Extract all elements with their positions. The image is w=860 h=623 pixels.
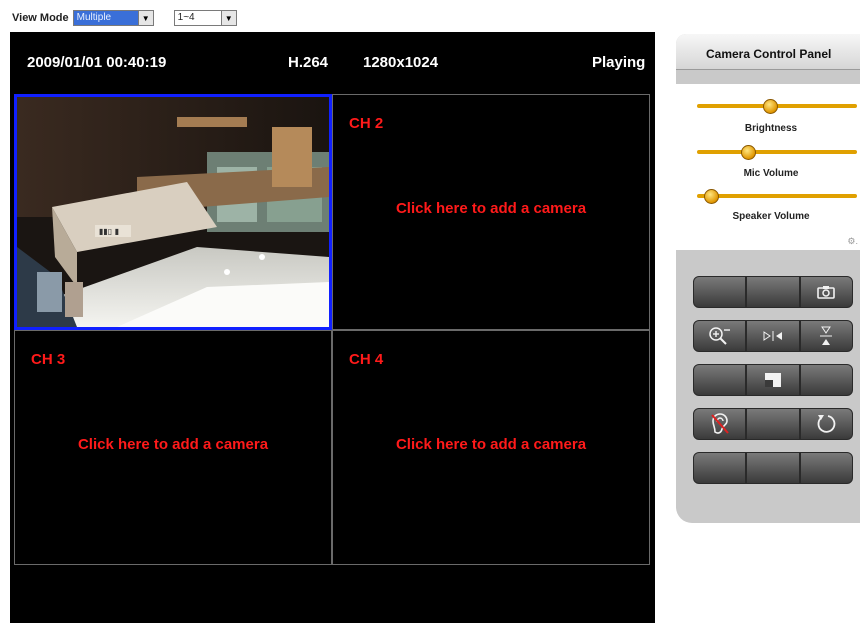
flip-horizontal-icon: [763, 331, 782, 341]
blank-button[interactable]: [746, 452, 800, 484]
blank-button[interactable]: [693, 452, 747, 484]
button-row-2: [693, 320, 853, 352]
flip-horizontal-button[interactable]: [746, 320, 800, 352]
datetime-text: 2009/01/01 00:40:19: [27, 54, 167, 71]
mic-volume-label: Mic Volume: [743, 168, 799, 179]
codec-text: H.264: [288, 54, 329, 71]
resolution-text: 1280x1024: [363, 54, 439, 71]
channel-3-cell[interactable]: CH 3 Click here to add a camera: [14, 330, 332, 565]
flip-vertical-icon: [820, 326, 833, 345]
channel-2-cell[interactable]: CH 2 Click here to add a camera: [332, 94, 650, 330]
slider-track: [697, 150, 857, 154]
button-row-1: [693, 276, 853, 308]
snapshot-icon: [817, 286, 836, 299]
channel-label: CH 2: [349, 115, 384, 132]
button-row-4: [693, 408, 853, 440]
camera-feed-image: ▮▮▯ ▮: [17, 97, 329, 327]
pip-icon: [764, 373, 781, 387]
blank-button[interactable]: [799, 452, 853, 484]
brightness-slider[interactable]: [697, 99, 857, 114]
zoom-button[interactable]: [693, 320, 747, 352]
blank-button[interactable]: [799, 364, 853, 396]
channel-range-select[interactable]: 1~4 ▼: [173, 10, 237, 26]
blank-button[interactable]: [746, 408, 800, 440]
mic-volume-slider[interactable]: [697, 145, 857, 160]
listen-button[interactable]: [693, 408, 747, 440]
snapshot-button[interactable]: [799, 276, 853, 308]
rotate-icon: [817, 415, 836, 433]
settings-icon[interactable]: ⚙.: [847, 236, 858, 247]
slider-knob[interactable]: [741, 145, 757, 160]
chevron-down-icon[interactable]: ▼: [137, 11, 153, 25]
camera-control-panel: Camera Control Panel Brightness Mic Volu…: [676, 34, 860, 523]
pip-button[interactable]: [746, 364, 800, 396]
info-bar: 2009/01/01 00:40:19 H.264 1280x1024 Play…: [10, 32, 655, 92]
status-text: Playing: [592, 54, 646, 71]
panel-title: Camera Control Panel: [676, 34, 860, 70]
chevron-down-icon[interactable]: ▼: [220, 11, 236, 25]
blank-button[interactable]: [746, 276, 800, 308]
channel-1-cell[interactable]: ▮▮▯ ▮: [14, 94, 332, 330]
blank-button[interactable]: [693, 364, 747, 396]
slider-knob[interactable]: [704, 189, 720, 204]
slider-knob[interactable]: [763, 99, 779, 114]
zoom-icon: [708, 327, 730, 345]
rotate-button[interactable]: [799, 408, 853, 440]
channel-range-value: 1~4: [177, 12, 195, 23]
add-camera-link[interactable]: Click here to add a camera: [333, 436, 649, 453]
listen-off-icon: [710, 413, 729, 434]
slider-track: [697, 194, 857, 198]
blank-button[interactable]: [693, 276, 747, 308]
channel-grid: ▮▮▯ ▮ CH 2 Click here to add a camera CH…: [14, 94, 650, 565]
video-viewer: 2009/01/01 00:40:19 H.264 1280x1024 Play…: [10, 32, 655, 623]
channel-label: CH 4: [349, 351, 384, 368]
view-mode-select[interactable]: Multiple ▼: [72, 10, 154, 26]
add-camera-link[interactable]: Click here to add a camera: [333, 200, 649, 217]
slider-section: Brightness Mic Volume Speaker Volume ⚙.: [676, 84, 860, 250]
button-row-3: [693, 364, 853, 396]
brightness-label: Brightness: [744, 123, 798, 134]
speaker-volume-slider[interactable]: [697, 189, 857, 204]
speaker-volume-label: Speaker Volume: [732, 211, 810, 222]
add-camera-link[interactable]: Click here to add a camera: [15, 436, 331, 453]
view-mode-bar: View Mode Multiple ▼ 1~4 ▼: [12, 9, 237, 27]
channel-label: CH 3: [31, 351, 66, 368]
view-mode-value: Multiple: [73, 11, 138, 25]
svg-text:▮▮▯ ▮: ▮▮▯ ▮: [99, 227, 119, 236]
channel-4-cell[interactable]: CH 4 Click here to add a camera: [332, 330, 650, 565]
flip-vertical-button[interactable]: [799, 320, 853, 352]
button-row-5: [693, 452, 853, 484]
view-mode-label: View Mode: [12, 12, 69, 24]
